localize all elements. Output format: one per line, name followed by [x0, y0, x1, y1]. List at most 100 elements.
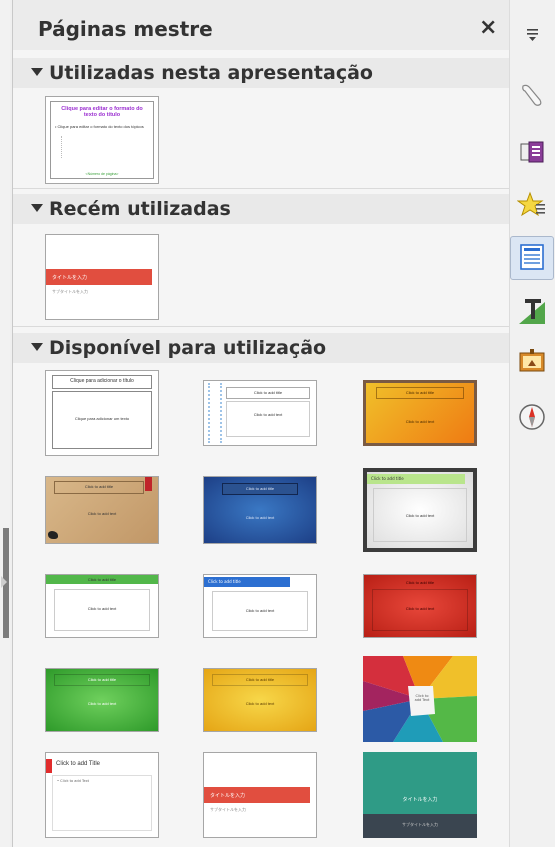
expand-arrow-icon[interactable] [1, 576, 7, 588]
thumb-title: Click to add title [245, 677, 275, 682]
thumb-title: タイトルを入力 [402, 797, 438, 803]
section-separator [13, 326, 509, 327]
thumb-title: Click to add title [371, 476, 404, 481]
outline-lines [61, 136, 122, 158]
red-title-band: タイトルを入力 [46, 269, 152, 285]
section-used-label: Utilizadas nesta apresentação [49, 62, 373, 84]
thumb-title: タイトルを入力 [52, 275, 88, 281]
master-thumbnail[interactable]: Click to add title Click to add text [45, 668, 159, 732]
title-box: Click to add title [212, 674, 308, 686]
sidebar-deck [509, 0, 555, 847]
gallery-icon[interactable] [517, 346, 547, 376]
panel-header: Páginas mestre × [13, 0, 509, 50]
master-thumbnail[interactable]: Click to add Text [363, 656, 477, 742]
body-box: Click to add text [226, 401, 310, 437]
close-icon[interactable]: × [479, 15, 497, 40]
bookmark-ribbon [145, 477, 152, 491]
master-slides-icon[interactable] [510, 236, 554, 280]
styles-icon[interactable] [517, 296, 547, 326]
navigator-icon[interactable] [517, 402, 547, 432]
thumb-body: Click to add Text [414, 694, 430, 702]
thumb-title: Click to add title [245, 486, 275, 491]
thumb-body: Click to add text [245, 701, 275, 706]
thumb-title: Click to add title [87, 577, 117, 582]
thumb-title: Click to add title [405, 390, 435, 395]
section-separator [13, 188, 509, 189]
section-available[interactable]: Disponível para utilização [13, 333, 509, 363]
master-thumbnail[interactable]: Click to add title Click to add text [203, 380, 317, 446]
title-box: Click to add title [54, 481, 144, 494]
thumb-title: Clique para editar o formato do texto do… [61, 106, 143, 118]
used-master-thumbnail[interactable]: Clique para editar o formato do texto do… [45, 96, 159, 184]
recent-master-thumbnail[interactable]: タイトルを入力 サブタイトルを入力 [45, 234, 159, 320]
thumb-body-text: • Clique para editar o formato do texto … [55, 124, 144, 129]
thumb-body: Click to add text [253, 412, 283, 417]
master-thumbnail[interactable]: Clique para adicionar o título Clique pa… [45, 370, 159, 456]
collapse-triangle-icon[interactable] [31, 343, 43, 351]
thumb-title: Click to add Title [56, 761, 101, 767]
menu-icon[interactable] [517, 20, 547, 50]
thumb-body: Clique para adicionar um texto [74, 416, 130, 421]
thumb-body: Click to add text [245, 608, 275, 613]
stamp-decoration [48, 531, 58, 539]
section-used[interactable]: Utilizadas nesta apresentação [13, 58, 509, 88]
master-thumbnail[interactable]: Click to add title Click to add text [363, 380, 477, 446]
master-thumbnail[interactable]: Click to add title Click to add text [363, 574, 477, 638]
red-title-band: タイトルを入力 [204, 787, 310, 803]
thumb-title: タイトルを入力 [210, 793, 246, 799]
collapse-triangle-icon[interactable] [31, 68, 43, 76]
master-thumbnail[interactable]: Click to add title Click to add text [203, 574, 317, 638]
thumb-body: Click to add text [405, 606, 435, 611]
section-available-label: Disponível para utilização [49, 337, 327, 359]
master-thumbnail[interactable]: Click to add title Click to add text [203, 668, 317, 732]
title-box: Clique para adicionar o título [52, 375, 152, 389]
body-box: Click to add text [54, 589, 150, 631]
thumb-body: Click to add text [405, 419, 435, 424]
panel-title: Páginas mestre [38, 17, 213, 41]
body-box: Click to add text [373, 488, 467, 542]
thumb-body: Click to add text [405, 513, 435, 518]
thumb-title: Click to add title [253, 390, 283, 395]
thumb-title: Click to add title [405, 580, 435, 585]
master-thumbnail[interactable]: タイトルを入力 サブタイトルを入力 [363, 752, 477, 838]
body-box: • Click to add Text [52, 775, 152, 831]
master-thumbnail[interactable]: Click to add title Click to add text [203, 476, 317, 544]
body-box: Click to add text [372, 589, 468, 631]
title-box: Click to add title [226, 387, 310, 399]
thumb-body: Click to add text [87, 606, 117, 611]
slide-frame: Clique para editar o formato do texto do… [50, 101, 154, 179]
section-recent-label: Recém utilizadas [49, 198, 231, 220]
properties-icon[interactable] [517, 80, 547, 110]
section-recent[interactable]: Recém utilizadas [13, 194, 509, 224]
master-thumbnail[interactable]: Click to add title Click to add text [45, 476, 159, 544]
title-bar: Click to add title [46, 575, 158, 584]
title-box: Click to add title [376, 387, 464, 399]
wave-decoration [208, 383, 222, 443]
thumb-body: Click to add text [87, 701, 117, 706]
master-thumbnail[interactable]: Click to add title Click to add text [45, 574, 159, 638]
thumb-subtitle: サブタイトルを入力 [52, 289, 88, 294]
thumb-title: Clique para adicionar o título [70, 378, 134, 384]
thumb-body: サブタイトルを入力 [402, 822, 438, 827]
title-box: Click to add title [54, 674, 150, 686]
body-box: Clique para adicionar um texto [52, 391, 152, 449]
red-accent-bar [46, 759, 52, 773]
master-thumbnail[interactable]: Click to add Title • Click to add Text [45, 752, 159, 838]
footer-band: サブタイトルを入力 [363, 814, 477, 838]
title-bar: Click to add title [204, 577, 290, 587]
body-box: Click to add text [212, 591, 308, 631]
thumb-title: Click to add title [208, 579, 241, 584]
master-slides-panel: Páginas mestre × Utilizadas nesta aprese… [13, 0, 509, 847]
left-resize-strip[interactable] [0, 0, 10, 847]
thumb-title: Click to add title [84, 484, 114, 489]
animation-icon[interactable] [516, 190, 547, 220]
thumb-footer: <Número de página> [85, 172, 119, 176]
title-bar: Click to add title [222, 483, 298, 495]
title-bar: Click to add title [367, 474, 465, 484]
thumb-title: Click to add title [87, 677, 117, 682]
collapse-triangle-icon[interactable] [31, 204, 43, 212]
master-thumbnail[interactable]: Click to add title Click to add text [363, 468, 477, 552]
slide-transition-icon[interactable] [517, 136, 547, 166]
thumb-body: • Click to add Text [57, 779, 90, 783]
master-thumbnail[interactable]: タイトルを入力 サブタイトルを入力 [203, 752, 317, 838]
